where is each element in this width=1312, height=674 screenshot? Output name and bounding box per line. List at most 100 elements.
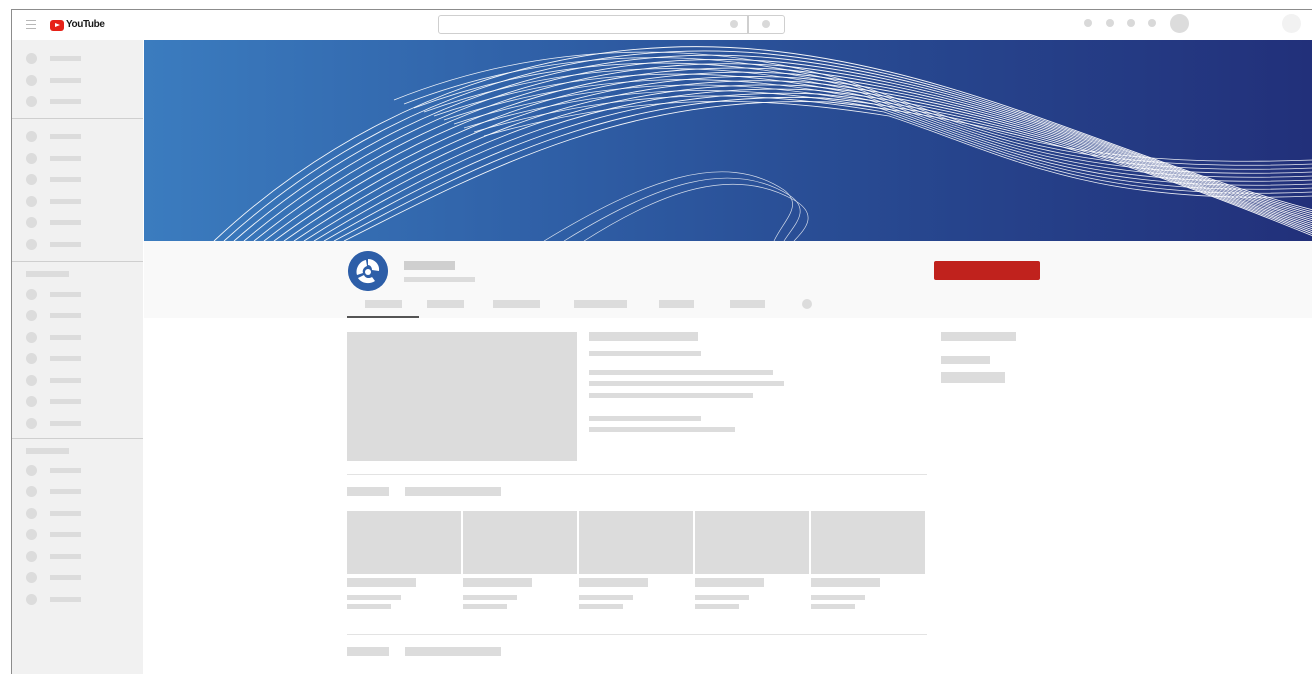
sidebar-item-icon	[26, 594, 37, 605]
sidebar-item-label	[50, 199, 81, 204]
play-all-link[interactable]	[405, 487, 501, 496]
sidebar-item-label	[50, 489, 81, 494]
rosatom-logo[interactable]	[348, 251, 388, 291]
sidebar-item-label	[50, 356, 81, 361]
search-input[interactable]	[438, 15, 748, 34]
featured-video-description-line	[589, 381, 784, 386]
section-title[interactable]	[347, 487, 389, 496]
sidebar-item-icon	[26, 529, 37, 540]
video-channel	[463, 595, 517, 600]
video-title[interactable]	[463, 578, 532, 587]
create-icon[interactable]	[1084, 19, 1092, 27]
sidebar-item-label	[50, 378, 81, 383]
play-all-link[interactable]	[405, 647, 501, 656]
sidebar-item-icon	[26, 53, 37, 64]
channel-header	[144, 241, 1312, 318]
sidebar-item-label	[50, 99, 81, 104]
video-thumbnail[interactable]	[695, 511, 809, 574]
video-thumbnail[interactable]	[811, 511, 925, 574]
sidebar-item-icon	[26, 551, 37, 562]
sidebar-item-icon	[26, 332, 37, 343]
sidebar-section-heading	[26, 448, 69, 454]
tab-about[interactable]	[730, 300, 765, 308]
tab-videos[interactable]	[427, 300, 464, 308]
sidebar-item-label	[50, 532, 81, 537]
sidebar-item-icon	[26, 174, 37, 185]
top-bar: YouTube	[12, 10, 1312, 40]
sidebar-item-icon	[26, 572, 37, 583]
section-divider	[347, 634, 927, 635]
messages-icon[interactable]	[1127, 19, 1135, 27]
section-divider	[347, 474, 927, 475]
sidebar-item-icon	[26, 75, 37, 86]
sidebar-item-icon	[26, 153, 37, 164]
video-channel	[811, 595, 865, 600]
video-title[interactable]	[695, 578, 764, 587]
subscribe-button[interactable]	[934, 261, 1040, 280]
sidebar-item-icon	[26, 217, 37, 228]
sidebar-item-label	[50, 177, 81, 182]
video-meta	[695, 604, 739, 609]
sidebar-item-icon	[26, 353, 37, 364]
video-channel	[347, 595, 401, 600]
video-meta	[579, 604, 623, 609]
section-title[interactable]	[347, 647, 389, 656]
sidebar-item-label	[50, 399, 81, 404]
video-title[interactable]	[579, 578, 648, 587]
video-title[interactable]	[811, 578, 880, 587]
sidebar-item-label	[50, 597, 81, 602]
video-thumbnail[interactable]	[463, 511, 577, 574]
tab-playlists[interactable]	[493, 300, 540, 308]
featured-video-description-line	[589, 416, 701, 421]
extra-avatar[interactable]	[1282, 14, 1301, 33]
sidebar-item-label	[50, 56, 81, 61]
video-thumbnail[interactable]	[579, 511, 693, 574]
sidebar-item-icon	[26, 196, 37, 207]
sidebar-item-icon	[26, 310, 37, 321]
youtube-logo[interactable]: YouTube	[50, 19, 105, 31]
featured-video-meta	[589, 351, 701, 356]
sidebar-item-label	[50, 575, 81, 580]
sidebar-item-label	[50, 220, 81, 225]
sidebar-item-icon	[26, 508, 37, 519]
sidebar-item-label	[50, 134, 81, 139]
apps-icon[interactable]	[1106, 19, 1114, 27]
sidebar-item-icon	[26, 131, 37, 142]
video-thumbnail[interactable]	[347, 511, 461, 574]
sidebar-item-label	[50, 78, 81, 83]
video-meta	[811, 604, 855, 609]
sidebar-item-label	[50, 313, 81, 318]
featured-video-thumbnail[interactable]	[347, 332, 577, 461]
sidebar	[12, 40, 143, 674]
sidebar-section-heading	[26, 271, 69, 277]
video-channel	[579, 595, 633, 600]
featured-video-title[interactable]	[589, 332, 698, 341]
sidebar-item-label	[50, 292, 81, 297]
sidebar-divider	[12, 118, 143, 119]
related-channels-heading	[941, 332, 1016, 341]
keyboard-icon[interactable]	[730, 20, 738, 28]
tab-home[interactable]	[365, 300, 402, 308]
sidebar-item-icon	[26, 96, 37, 107]
sidebar-item-label	[50, 156, 81, 161]
sidebar-item-icon	[26, 418, 37, 429]
related-channel-link[interactable]	[941, 356, 990, 364]
notifications-icon[interactable]	[1148, 19, 1156, 27]
channel-banner	[144, 40, 1312, 241]
sidebar-item-label	[50, 554, 81, 559]
related-channel-link[interactable]	[941, 372, 1005, 383]
search-button[interactable]	[748, 15, 785, 34]
channel-name	[404, 261, 455, 270]
featured-video-description-line	[589, 427, 735, 432]
search-channel-icon[interactable]	[802, 299, 812, 309]
account-avatar[interactable]	[1170, 14, 1189, 33]
sidebar-item-label	[50, 511, 81, 516]
featured-video-description-line	[589, 393, 753, 398]
sidebar-item-icon	[26, 375, 37, 386]
tab-channels[interactable]	[659, 300, 694, 308]
video-channel	[695, 595, 749, 600]
featured-video-description-line	[589, 370, 773, 375]
menu-icon[interactable]	[26, 20, 36, 29]
tab-community[interactable]	[574, 300, 627, 308]
video-title[interactable]	[347, 578, 416, 587]
